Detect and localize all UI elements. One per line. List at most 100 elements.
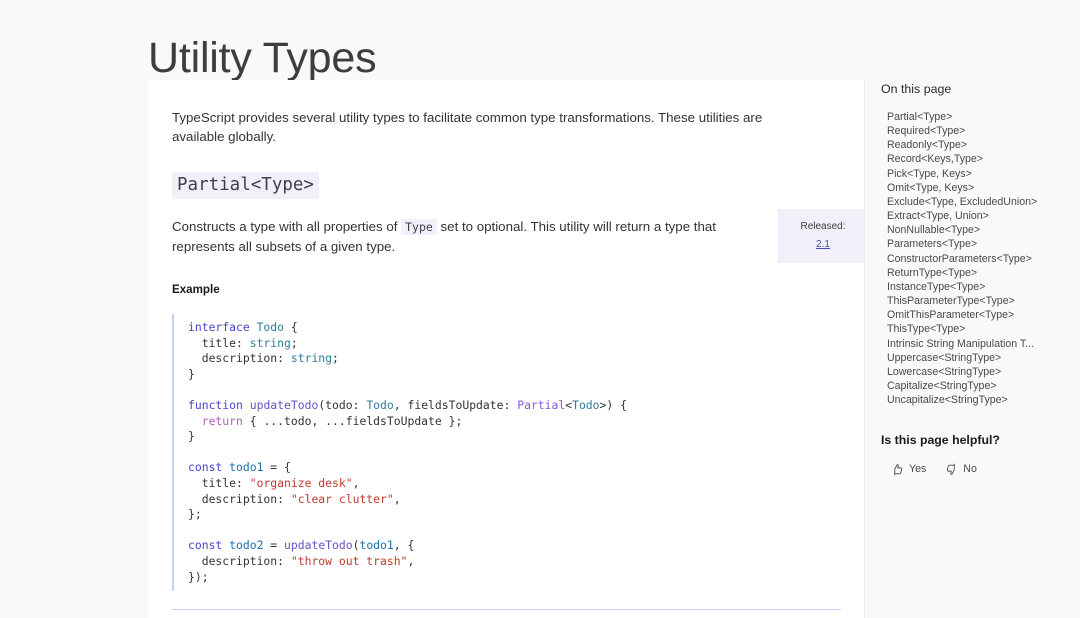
released-callout: Released: 2.1 (778, 209, 864, 263)
code-token: title (188, 475, 237, 490)
released-version-link[interactable]: 2.1 (816, 237, 830, 253)
code-token: } (188, 366, 195, 381)
code-token: "organize desk" (249, 475, 353, 490)
code-token: Todo (366, 397, 394, 412)
code-token: : (352, 397, 367, 412)
code-token: } (188, 429, 195, 444)
code-token: = (263, 538, 285, 553)
code-token: "throw out trash" (290, 553, 408, 568)
code-line: title: string; (188, 336, 298, 350)
code-token: : (277, 553, 291, 568)
feedback-buttons-row: Yes No (891, 462, 1080, 476)
code-token: , (393, 491, 401, 506)
code-token: description (188, 351, 278, 366)
toc-item[interactable]: ReturnType<Type> (887, 266, 1080, 280)
toc-item[interactable]: Readonly<Type> (887, 138, 1080, 152)
toc-item[interactable]: Lowercase<StringType> (887, 365, 1080, 379)
code-line: description: "throw out trash", (188, 553, 415, 568)
toc-item[interactable]: Intrinsic String Manipulation T... (887, 337, 1080, 351)
example-label: Example (172, 283, 220, 296)
toc-item[interactable]: InstanceType<Type> (887, 280, 1080, 294)
code-token: , { (393, 538, 415, 553)
thumbs-down-icon (945, 463, 958, 476)
toc-item[interactable]: Required<Type> (887, 124, 1080, 138)
code-content: interface Todo { title: string; descript… (188, 320, 840, 585)
code-token: { (290, 320, 298, 334)
code-token: todo1 (359, 538, 394, 553)
code-token: fieldsToUpdate (407, 397, 504, 412)
inline-code-type: Type (401, 219, 437, 235)
code-token: Todo (256, 320, 291, 334)
section-heading-partial: Partial<Type> (172, 172, 319, 199)
feedback-yes-label: Yes (909, 463, 927, 476)
toc-item[interactable]: Exclude<Type, ExcludedUnion> (887, 195, 1080, 209)
code-token: todo2 (229, 538, 264, 553)
feedback-no-label: No (963, 463, 977, 476)
code-line: description: string; (188, 351, 339, 365)
code-line: interface Todo { (188, 320, 298, 334)
intro-paragraph: TypeScript provides several utility type… (172, 110, 763, 144)
code-token: : (277, 351, 291, 366)
code-line: return { ...todo, ...fieldsToUpdate }; (188, 413, 463, 428)
content-inner: TypeScript provides several utility type… (148, 80, 864, 618)
code-line: const todo2 = updateTodo(todo1, { (188, 538, 414, 552)
heading-partial-wrapper: Partial<Type> (172, 172, 840, 199)
code-token: ; (332, 351, 339, 366)
code-token: : (236, 335, 250, 350)
desc-text-before: Constructs a type with all properties of (172, 219, 398, 234)
toc-item[interactable]: ThisType<Type> (887, 322, 1080, 336)
toc-item[interactable]: Uppercase<StringType> (887, 351, 1080, 365)
code-token: description (188, 491, 278, 506)
code-token: const (188, 538, 230, 553)
toc-item[interactable]: OmitThisParameter<Type> (887, 308, 1080, 322)
code-line: const todo1 = { (188, 460, 291, 474)
code-token: return (188, 413, 250, 428)
code-token: Partial (517, 397, 566, 412)
code-token: todo1 (229, 460, 264, 475)
code-token: }); (188, 569, 209, 584)
code-token: Todo (572, 397, 600, 412)
code-token: , (352, 475, 360, 490)
main-content-card: TypeScript provides several utility type… (148, 80, 865, 618)
toc-item[interactable]: Partial<Type> (887, 110, 1080, 124)
toc-item[interactable]: NonNullable<Type> (887, 223, 1080, 237)
code-token: "clear clutter" (290, 491, 394, 506)
code-token: { ...todo, ...fieldsToUpdate }; (249, 413, 463, 428)
code-token: todo (325, 397, 353, 412)
code-line: }; (188, 507, 202, 521)
toc-item[interactable]: Extract<Type, Union> (887, 209, 1080, 223)
code-token: string (290, 351, 333, 366)
thumbs-up-icon (891, 463, 904, 476)
feedback-no-button[interactable]: No (945, 462, 977, 476)
code-block-partial: interface Todo { title: string; descript… (172, 314, 840, 592)
code-token: const (188, 460, 230, 475)
feedback-title: Is this page helpful? (881, 433, 1000, 448)
toc-item[interactable]: Parameters<Type> (887, 237, 1080, 251)
code-token: : (503, 397, 518, 412)
toc-title: On this page (881, 82, 952, 96)
code-token: title (188, 335, 237, 350)
code-line: description: "clear clutter", (188, 492, 401, 506)
section-divider (172, 609, 841, 611)
on-this-page-sidebar: On this page Partial<Type> Required<Type>… (881, 80, 1080, 618)
code-token: updateTodo (284, 538, 353, 553)
toc-item[interactable]: Pick<Type, Keys> (887, 167, 1080, 181)
toc-item[interactable]: Omit<Type, Keys> (887, 181, 1080, 195)
toc-item[interactable]: Record<Keys,Type> (887, 152, 1080, 166)
toc-item[interactable]: ThisParameterType<Type> (887, 294, 1080, 308)
code-line: }); (188, 570, 209, 584)
page-root: Utility Types TypeScript provides severa… (0, 0, 1080, 618)
toc-item[interactable]: Uncapitalize<StringType> (887, 393, 1080, 407)
code-token: , (393, 397, 408, 412)
code-token: >) { (599, 397, 627, 412)
code-token: string (249, 335, 291, 350)
code-token: }; (188, 507, 202, 522)
code-line: function updateTodo(todo: Todo, fieldsTo… (188, 398, 627, 412)
feedback-yes-button[interactable]: Yes (891, 462, 926, 476)
partial-description: Constructs a type with all properties of… (172, 217, 737, 257)
toc-list: Partial<Type> Required<Type> Readonly<Type… (881, 110, 1080, 407)
code-token: function (188, 397, 250, 412)
toc-item[interactable]: Capitalize<StringType> (887, 379, 1080, 393)
released-label: Released: (800, 221, 846, 232)
toc-item[interactable]: ConstructorParameters<Type> (887, 252, 1080, 266)
